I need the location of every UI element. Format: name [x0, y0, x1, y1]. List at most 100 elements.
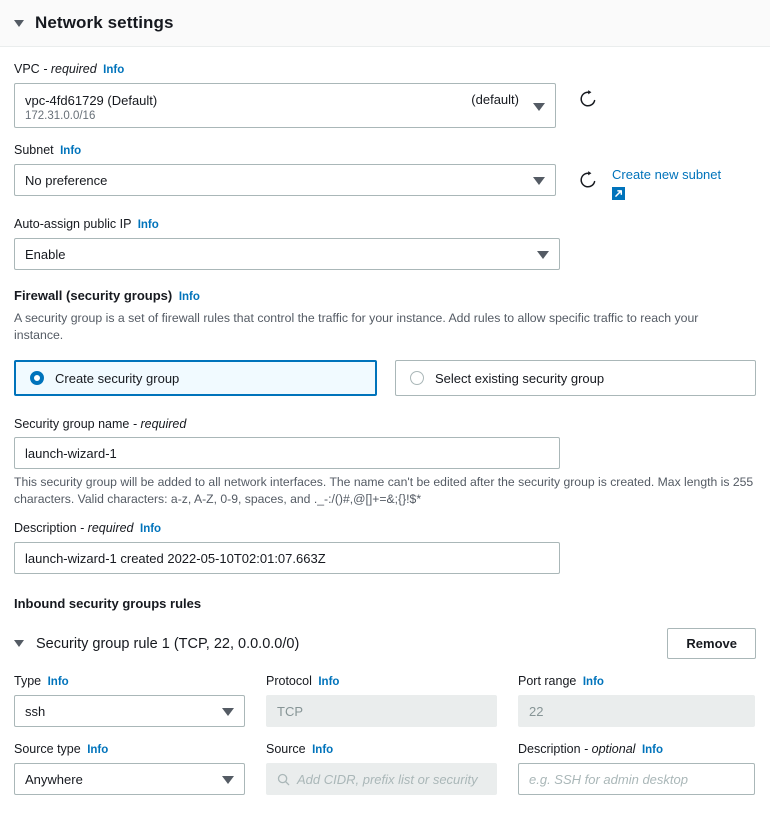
description-input[interactable]: launch-wizard-1 created 2022-05-10T02:01… — [14, 542, 560, 574]
vpc-label-text: VPC — [14, 62, 40, 76]
network-settings-page: Network settings VPC - required Info vpc… — [0, 0, 770, 829]
source-type-label: Source type Info — [14, 741, 245, 758]
create-new-subnet-link[interactable]: Create new subnet — [612, 167, 721, 182]
vpc-label: VPC - required Info — [14, 61, 756, 78]
subnet-info-link[interactable]: Info — [60, 145, 81, 157]
subnet-value: No preference — [25, 172, 108, 188]
rule-description-input[interactable]: e.g. SSH for admin desktop — [518, 763, 755, 795]
chevron-down-icon[interactable] — [533, 102, 545, 111]
security-group-name-group: Security group name - required launch-wi… — [14, 416, 756, 507]
type-select[interactable]: ssh — [14, 695, 245, 727]
vpc-info-link[interactable]: Info — [103, 64, 124, 76]
source-type-value: Anywhere — [25, 771, 83, 787]
source-type-info-link[interactable]: Info — [87, 744, 108, 756]
rule-header-row: Security group rule 1 (TCP, 22, 0.0.0.0/… — [14, 628, 756, 659]
source-placeholder: Add CIDR, prefix list or security — [297, 771, 478, 787]
auto-assign-ip-group: Auto-assign public IP Info Enable — [14, 216, 756, 270]
rule-description-label: Description - optional Info — [518, 741, 755, 758]
description-info-link[interactable]: Info — [140, 523, 161, 535]
caret-down-icon[interactable] — [14, 19, 24, 27]
firewall-description: A security group is a set of firewall ru… — [14, 311, 699, 342]
page-title: Network settings — [35, 13, 174, 32]
section-header[interactable]: Network settings — [0, 0, 770, 47]
chevron-down-icon[interactable] — [537, 251, 549, 259]
port-range-label-text: Port range — [518, 674, 577, 688]
vpc-value-cidr: 172.31.0.0/16 — [25, 109, 96, 122]
vpc-select[interactable]: vpc-4fd61729 (Default) 172.31.0.0/16 (de… — [14, 83, 556, 128]
port-range-label: Port range Info — [518, 673, 755, 690]
description-value: launch-wizard-1 created 2022-05-10T02:01… — [25, 550, 326, 566]
vpc-value-name: vpc-4fd61729 (Default) — [25, 92, 158, 108]
auto-assign-ip-value: Enable — [25, 246, 66, 262]
auto-assign-ip-select[interactable]: Enable — [14, 238, 560, 270]
subnet-field-group: Subnet Info No preference Create new sub… — [14, 142, 756, 200]
radio-tile-label: Select existing security group — [435, 370, 605, 386]
firewall-group: Firewall (security groups) Info A securi… — [14, 288, 756, 396]
description-label: Description - required Info — [14, 520, 756, 537]
subnet-label: Subnet Info — [14, 142, 756, 159]
rule-description-info-link[interactable]: Info — [642, 744, 663, 756]
inbound-rules-heading: Inbound security groups rules — [14, 596, 202, 611]
description-group: Description - required Info launch-wizar… — [14, 520, 756, 574]
radio-icon-selected[interactable] — [30, 371, 44, 385]
type-info-link[interactable]: Info — [48, 676, 69, 688]
refresh-icon[interactable] — [578, 89, 598, 109]
vpc-required: - required — [43, 62, 97, 76]
source-info-link[interactable]: Info — [312, 744, 333, 756]
protocol-label-text: Protocol — [266, 674, 312, 688]
subnet-select[interactable]: No preference — [14, 164, 556, 196]
rule-fields-row-2: Source type Info Anywhere Source Info Ad… — [14, 741, 756, 795]
refresh-icon[interactable] — [578, 170, 598, 190]
vpc-row: vpc-4fd61729 (Default) 172.31.0.0/16 (de… — [14, 83, 756, 128]
description-label-text: Description — [14, 521, 77, 535]
port-range-field: Port range Info 22 — [518, 673, 755, 727]
radio-icon-unselected[interactable] — [410, 371, 424, 385]
chevron-down-icon[interactable] — [222, 708, 234, 716]
security-group-name-input[interactable]: launch-wizard-1 — [14, 437, 560, 469]
port-range-value: 22 — [529, 703, 544, 719]
rule-fields-row-1: Type Info ssh Protocol Info TCP Port ran… — [14, 673, 756, 727]
firewall-option-tiles: Create security group Select existing se… — [14, 360, 756, 396]
auto-assign-ip-label-text: Auto-assign public IP — [14, 217, 132, 231]
rule-description-field: Description - optional Info e.g. SSH for… — [518, 741, 755, 795]
remove-button[interactable]: Remove — [667, 628, 756, 659]
firewall-label-text: Firewall (security groups) — [14, 288, 173, 303]
source-type-select[interactable]: Anywhere — [14, 763, 245, 795]
rule-description-label-text: Description — [518, 742, 581, 756]
create-new-subnet-block: Create new subnet — [612, 166, 721, 200]
rule-description-placeholder: e.g. SSH for admin desktop — [529, 771, 688, 787]
security-group-name-label-text: Security group name — [14, 417, 130, 431]
auto-assign-ip-label: Auto-assign public IP Info — [14, 216, 756, 233]
source-input[interactable]: Add CIDR, prefix list or security — [266, 763, 497, 795]
external-link-icon[interactable] — [612, 187, 625, 200]
chevron-down-icon[interactable] — [222, 776, 234, 784]
security-group-name-label: Security group name - required — [14, 416, 756, 432]
security-group-name-required: - required — [132, 417, 187, 431]
auto-assign-ip-info-link[interactable]: Info — [138, 219, 159, 231]
firewall-info-link[interactable]: Info — [179, 291, 200, 303]
type-label: Type Info — [14, 673, 245, 690]
description-required: - required — [80, 521, 134, 535]
protocol-field: Protocol Info TCP — [266, 673, 497, 727]
source-field: Source Info Add CIDR, prefix list or sec… — [266, 741, 497, 795]
search-icon — [277, 773, 290, 786]
type-value: ssh — [25, 703, 46, 719]
source-label: Source Info — [266, 741, 497, 758]
inbound-rules-section: Inbound security groups rules Security g… — [14, 596, 756, 795]
caret-down-icon[interactable] — [14, 640, 24, 647]
vpc-field-group: VPC - required Info vpc-4fd61729 (Defaul… — [14, 61, 756, 128]
settings-body: VPC - required Info vpc-4fd61729 (Defaul… — [0, 61, 770, 795]
source-type-field: Source type Info Anywhere — [14, 741, 245, 795]
security-group-name-value: launch-wizard-1 — [25, 445, 117, 461]
radio-tile-select-existing-security-group[interactable]: Select existing security group — [395, 360, 756, 396]
type-label-text: Type — [14, 674, 42, 688]
port-range-info-link[interactable]: Info — [583, 676, 604, 688]
protocol-info-link[interactable]: Info — [318, 676, 339, 688]
chevron-down-icon[interactable] — [533, 177, 545, 185]
rule-toggle[interactable]: Security group rule 1 (TCP, 22, 0.0.0.0/… — [14, 636, 299, 652]
radio-tile-create-security-group[interactable]: Create security group — [14, 360, 377, 396]
